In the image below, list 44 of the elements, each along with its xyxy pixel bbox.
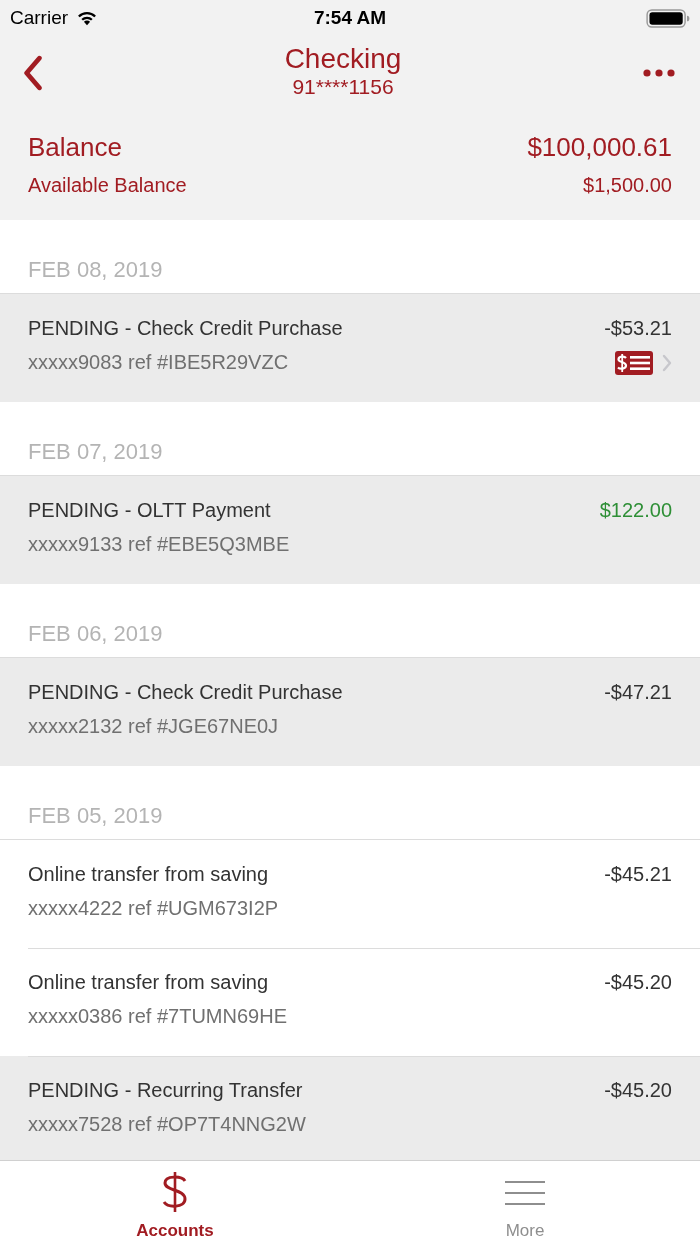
check-image-icon[interactable] (615, 351, 653, 375)
transaction-row[interactable]: PENDING - Recurring Transfer xxxxx7528 ref #OP7T4NNG2W -$45.20 (0, 1056, 700, 1160)
transaction-description: PENDING - Recurring Transfer (28, 1078, 304, 1102)
date-header: FEB 08, 2019 (28, 257, 163, 283)
date-header: FEB 07, 2019 (28, 439, 163, 465)
transaction-description: PENDING - Check Credit Purchase (28, 316, 343, 340)
transaction-amount: $122.00 (599, 498, 672, 522)
transaction-row[interactable]: PENDING - OLTT Payment xxxxx9133 ref #EBE5Q3MBE $122.00 (0, 476, 700, 584)
balance-amount: $1,500.00 (583, 173, 672, 197)
date-header: FEB 06, 2019 (28, 621, 163, 647)
wifi-icon (76, 10, 99, 26)
account-title: Checking (284, 43, 402, 75)
balance-amount: $100,000.61 (527, 131, 672, 163)
more-options-button[interactable] (640, 66, 678, 80)
transaction-reference: xxxxx4222 ref #UGM673I2P (28, 896, 279, 920)
transaction-row[interactable]: PENDING - Check Credit Purchase xxxxx2132 ref #JGE67NE0J -$47.21 (0, 658, 700, 766)
transaction-reference: xxxxx7528 ref #OP7T4NNG2W (28, 1112, 306, 1136)
balance-label: Balance (28, 131, 122, 163)
transaction-reference: xxxxx9133 ref #EBE5Q3MBE (28, 532, 290, 556)
transaction-row[interactable]: PENDING - Check Credit Purchase xxxxx9083 ref #IBE5R29VZC -$53.21 (0, 294, 700, 402)
chevron-right-icon (662, 354, 672, 372)
account-number: 91****1156 (292, 75, 394, 99)
status-time: 7:54 AM (313, 7, 387, 29)
balance-label: Available Balance (28, 173, 187, 197)
transaction-reference: xxxxx0386 ref #7TUMN69HE (28, 1004, 287, 1028)
battery-icon (646, 8, 690, 28)
transaction-amount: -$53.21 (604, 316, 672, 340)
transaction-reference: xxxxx9083 ref #IBE5R29VZC (28, 350, 290, 374)
transaction-description: PENDING - OLTT Payment (28, 498, 272, 522)
transaction-description: Online transfer from saving (28, 970, 270, 994)
transaction-description: Online transfer from saving (28, 862, 270, 886)
transaction-amount: -$45.20 (604, 970, 672, 994)
dollar-sign-icon (161, 1171, 189, 1213)
date-header: FEB 05, 2019 (28, 803, 163, 829)
transaction-description: PENDING - Check Credit Purchase (28, 680, 343, 704)
transaction-amount: -$45.20 (604, 1078, 672, 1102)
carrier-name: Carrier (10, 7, 69, 29)
back-chevron-icon (22, 55, 44, 91)
transaction-amount: -$45.21 (604, 862, 672, 886)
menu-icon (505, 1181, 545, 1205)
ellipsis-icon (643, 69, 675, 77)
tab-bar-item[interactable]: Accounts (0, 1161, 350, 1244)
transaction-amount: -$47.21 (604, 680, 672, 704)
transaction-reference: xxxxx2132 ref #JGE67NE0J (28, 714, 280, 738)
